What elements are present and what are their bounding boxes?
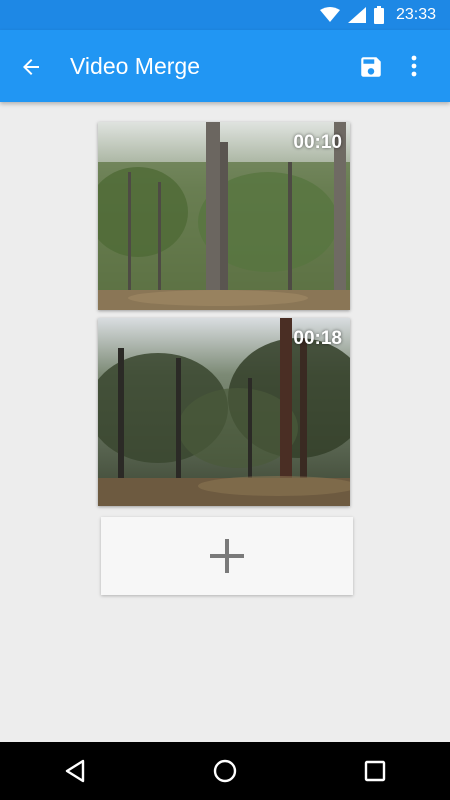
video-duration: 00:18 bbox=[293, 328, 342, 349]
navigation-bar bbox=[0, 742, 450, 800]
plus-icon bbox=[210, 539, 244, 573]
back-button[interactable] bbox=[16, 52, 46, 82]
page-title: Video Merge bbox=[70, 53, 200, 79]
save-icon bbox=[361, 57, 381, 77]
status-time: 23:33 bbox=[395, 6, 436, 23]
back-triangle-icon bbox=[65, 759, 85, 783]
status-bar: 23:33 bbox=[0, 0, 450, 30]
nav-home-button[interactable] bbox=[195, 751, 255, 791]
more-vert-icon bbox=[411, 55, 417, 77]
wifi-icon bbox=[319, 7, 340, 22]
video-list: 00:10 00:18 bbox=[0, 102, 450, 742]
signal-icon bbox=[347, 7, 366, 23]
battery-icon bbox=[373, 6, 384, 24]
video-duration: 00:10 bbox=[293, 132, 342, 153]
arrow-back-icon bbox=[23, 59, 39, 75]
video-item-1[interactable]: 00:10 bbox=[98, 122, 350, 310]
home-circle-icon bbox=[213, 759, 237, 783]
recents-square-icon bbox=[364, 760, 386, 782]
overflow-menu-button[interactable] bbox=[404, 50, 424, 82]
video-item-2[interactable]: 00:18 bbox=[98, 318, 350, 506]
nav-back-button[interactable] bbox=[45, 751, 105, 791]
app-bar: Video Merge bbox=[0, 30, 450, 102]
nav-recents-button[interactable] bbox=[345, 751, 405, 791]
save-button[interactable] bbox=[356, 52, 386, 82]
status-icons: 23:33 bbox=[319, 0, 436, 30]
add-video-button[interactable] bbox=[101, 517, 353, 595]
